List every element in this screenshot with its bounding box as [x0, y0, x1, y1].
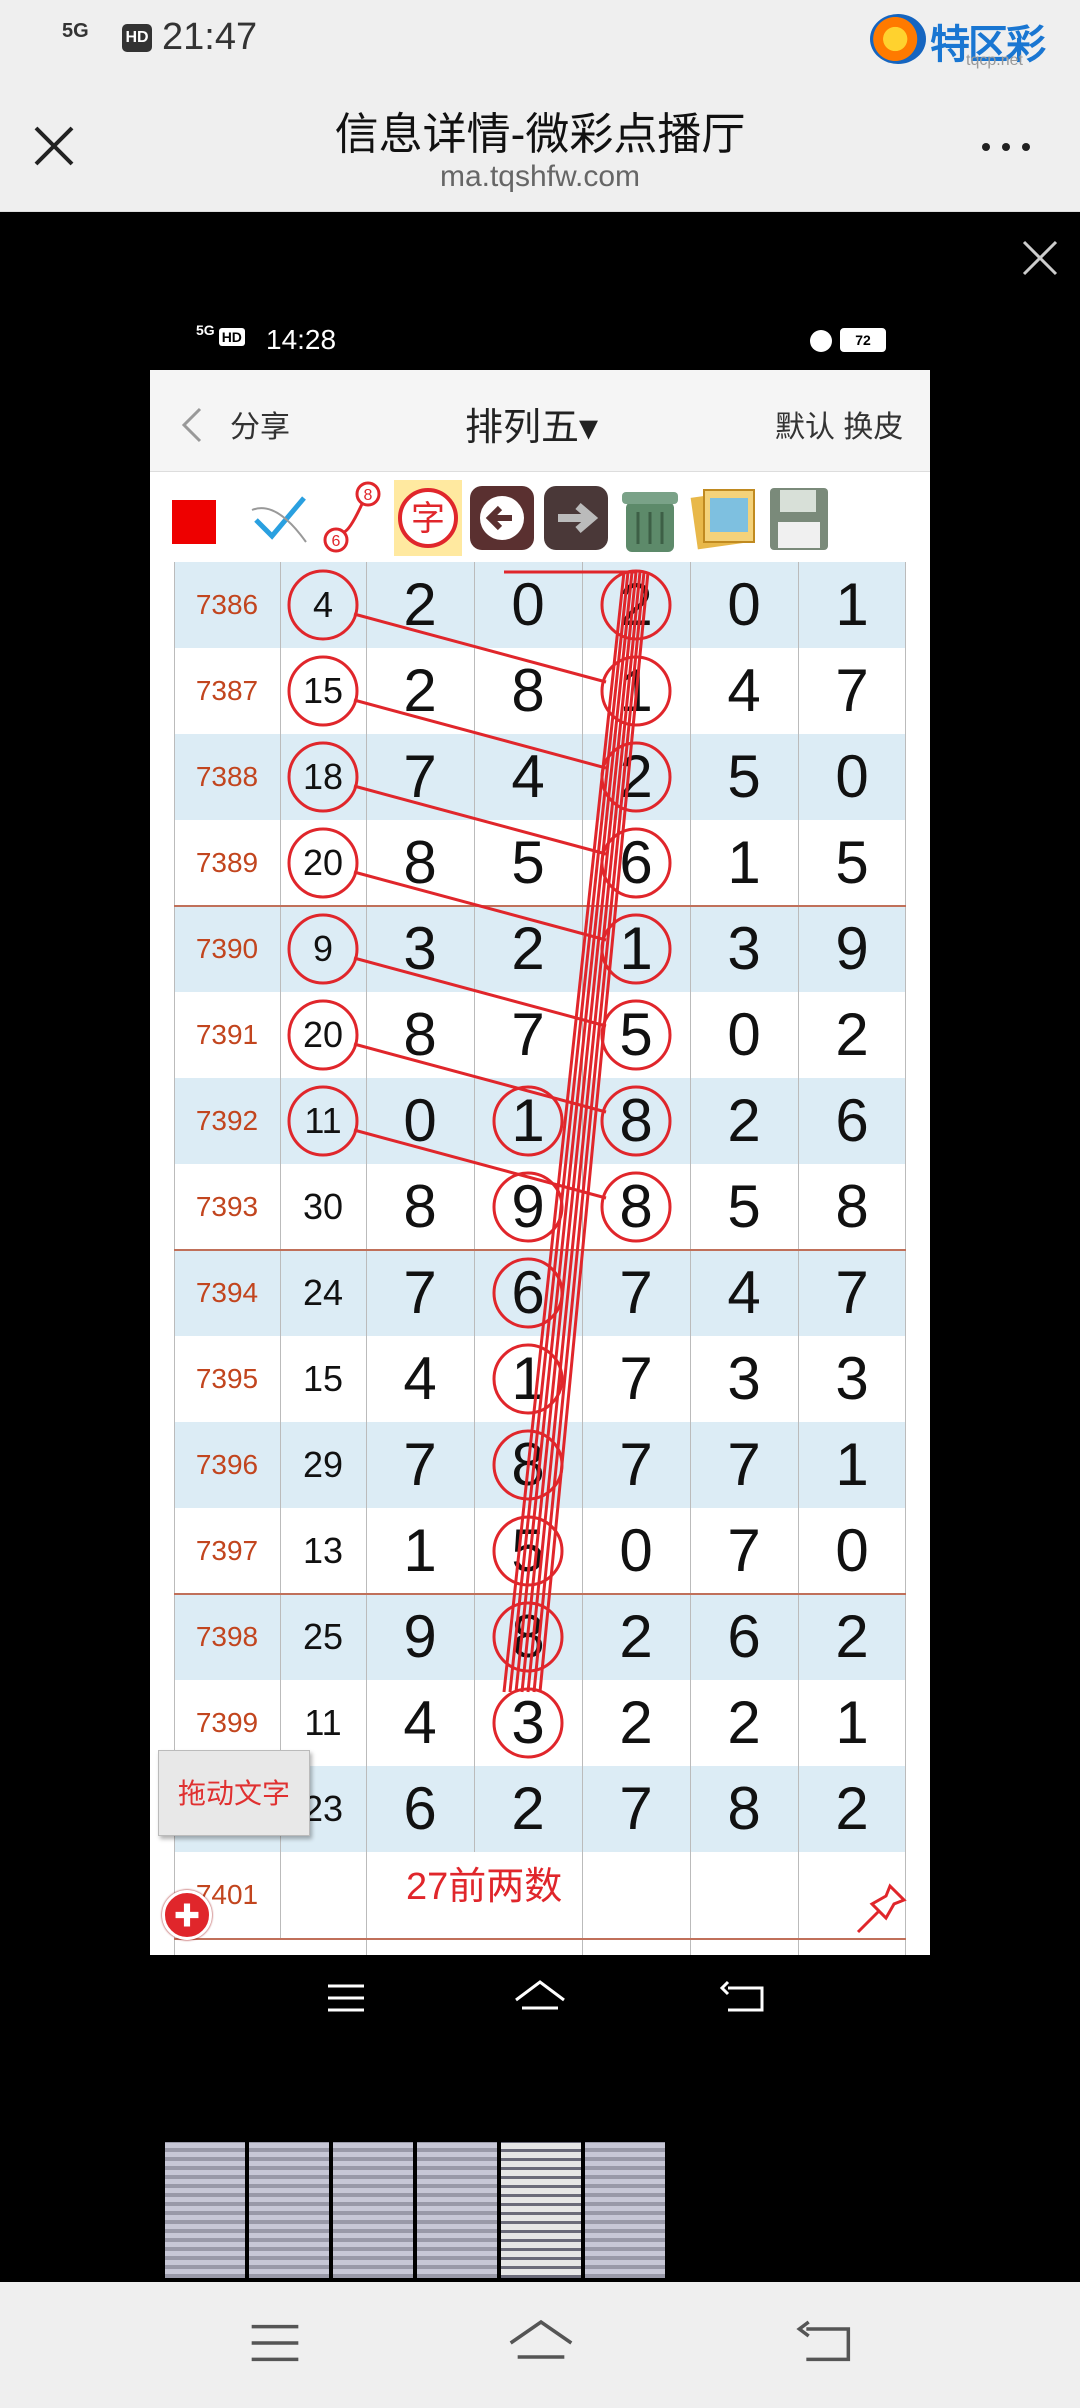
back-chevron-icon[interactable]: [180, 405, 204, 445]
app-header: 分享 排列五▾ 默认 换皮: [150, 370, 930, 472]
viewer-close-icon[interactable]: [1018, 236, 1062, 280]
inner-nav-bar: [0, 1968, 1080, 2038]
badge-bottom: 6: [332, 533, 341, 550]
system-nav-bar: [0, 2282, 1080, 2408]
thumbnail[interactable]: [417, 2142, 497, 2278]
network-indicator: 5G: [62, 20, 89, 42]
home-icon[interactable]: [504, 2308, 578, 2378]
inner-hd-badge: HD: [218, 327, 245, 346]
annotation-overlay: [287, 569, 672, 1759]
trash-can-icon[interactable]: [616, 480, 684, 556]
page-url: ma.tqshfw.com: [439, 160, 641, 193]
lottery-app: 分享 排列五▾ 默认 换皮 8 6 字 7386 4 2 0 2 0 1 738…: [150, 370, 930, 1955]
watermark-logo-icon: [870, 14, 926, 64]
red-square-icon[interactable]: [172, 500, 216, 544]
zi-character-icon[interactable]: 字: [394, 480, 462, 556]
link-68-icon[interactable]: 8 6: [320, 480, 388, 556]
inner-network: 5G: [196, 322, 215, 338]
screen: 5G HD 21:47 特区彩票网 tqcp.net 信息详情-微彩点播厅 ma…: [0, 0, 1080, 2408]
menu-icon[interactable]: [240, 2308, 310, 2378]
pictures-icon[interactable]: [690, 480, 758, 556]
thumbnail[interactable]: [249, 2142, 329, 2278]
inner-status-network: 5G HD: [196, 322, 249, 350]
battery-icon: 72: [840, 328, 886, 352]
page-title: 信息详情-微彩点播厅: [334, 110, 746, 159]
zi-label: 字: [411, 499, 445, 539]
annotation-note: 27前两数: [406, 1866, 563, 1908]
more-options-icon[interactable]: [976, 132, 1036, 162]
site-watermark: 特区彩票网 tqcp.net: [870, 8, 1070, 126]
save-disk-icon[interactable]: [764, 480, 832, 556]
add-icon[interactable]: [162, 1890, 212, 1940]
inner-status-time: 14:28: [266, 324, 337, 355]
browser-title-bar: 信息详情-微彩点播厅 ma.tqshfw.com: [0, 80, 1080, 212]
skin-switch-button[interactable]: 默认 换皮: [775, 402, 903, 446]
toolbar: 8 6 字: [150, 472, 930, 562]
home-icon[interactable]: [510, 1968, 570, 2028]
thumbnail[interactable]: [585, 2142, 665, 2278]
back-icon[interactable]: [714, 1968, 774, 2028]
status-bar: 5G HD 21:47 特区彩票网 tqcp.net: [0, 0, 1080, 126]
hd-badge: HD: [122, 24, 152, 52]
share-button[interactable]: 分享: [230, 402, 290, 446]
lottery-type-selector[interactable]: 排列五▾: [465, 396, 598, 451]
thumbnail[interactable]: [165, 2142, 245, 2278]
checkmark-pen-icon[interactable]: [246, 480, 314, 556]
watermark-subtext: tqcp.net: [966, 52, 1023, 69]
pin-icon[interactable]: [850, 1880, 910, 1940]
badge-top: 8: [364, 487, 373, 504]
back-arrow-icon[interactable]: [468, 480, 536, 556]
menu-icon[interactable]: [316, 1968, 376, 2028]
back-icon[interactable]: [790, 2308, 860, 2378]
drag-text-button[interactable]: 拖动文字: [158, 1750, 310, 1836]
alarm-icon: [810, 330, 832, 352]
thumbnail-active[interactable]: [501, 2142, 581, 2278]
thumbnail[interactable]: [333, 2142, 413, 2278]
forward-arrow-icon[interactable]: [542, 480, 610, 556]
status-time: 21:47: [162, 16, 258, 58]
